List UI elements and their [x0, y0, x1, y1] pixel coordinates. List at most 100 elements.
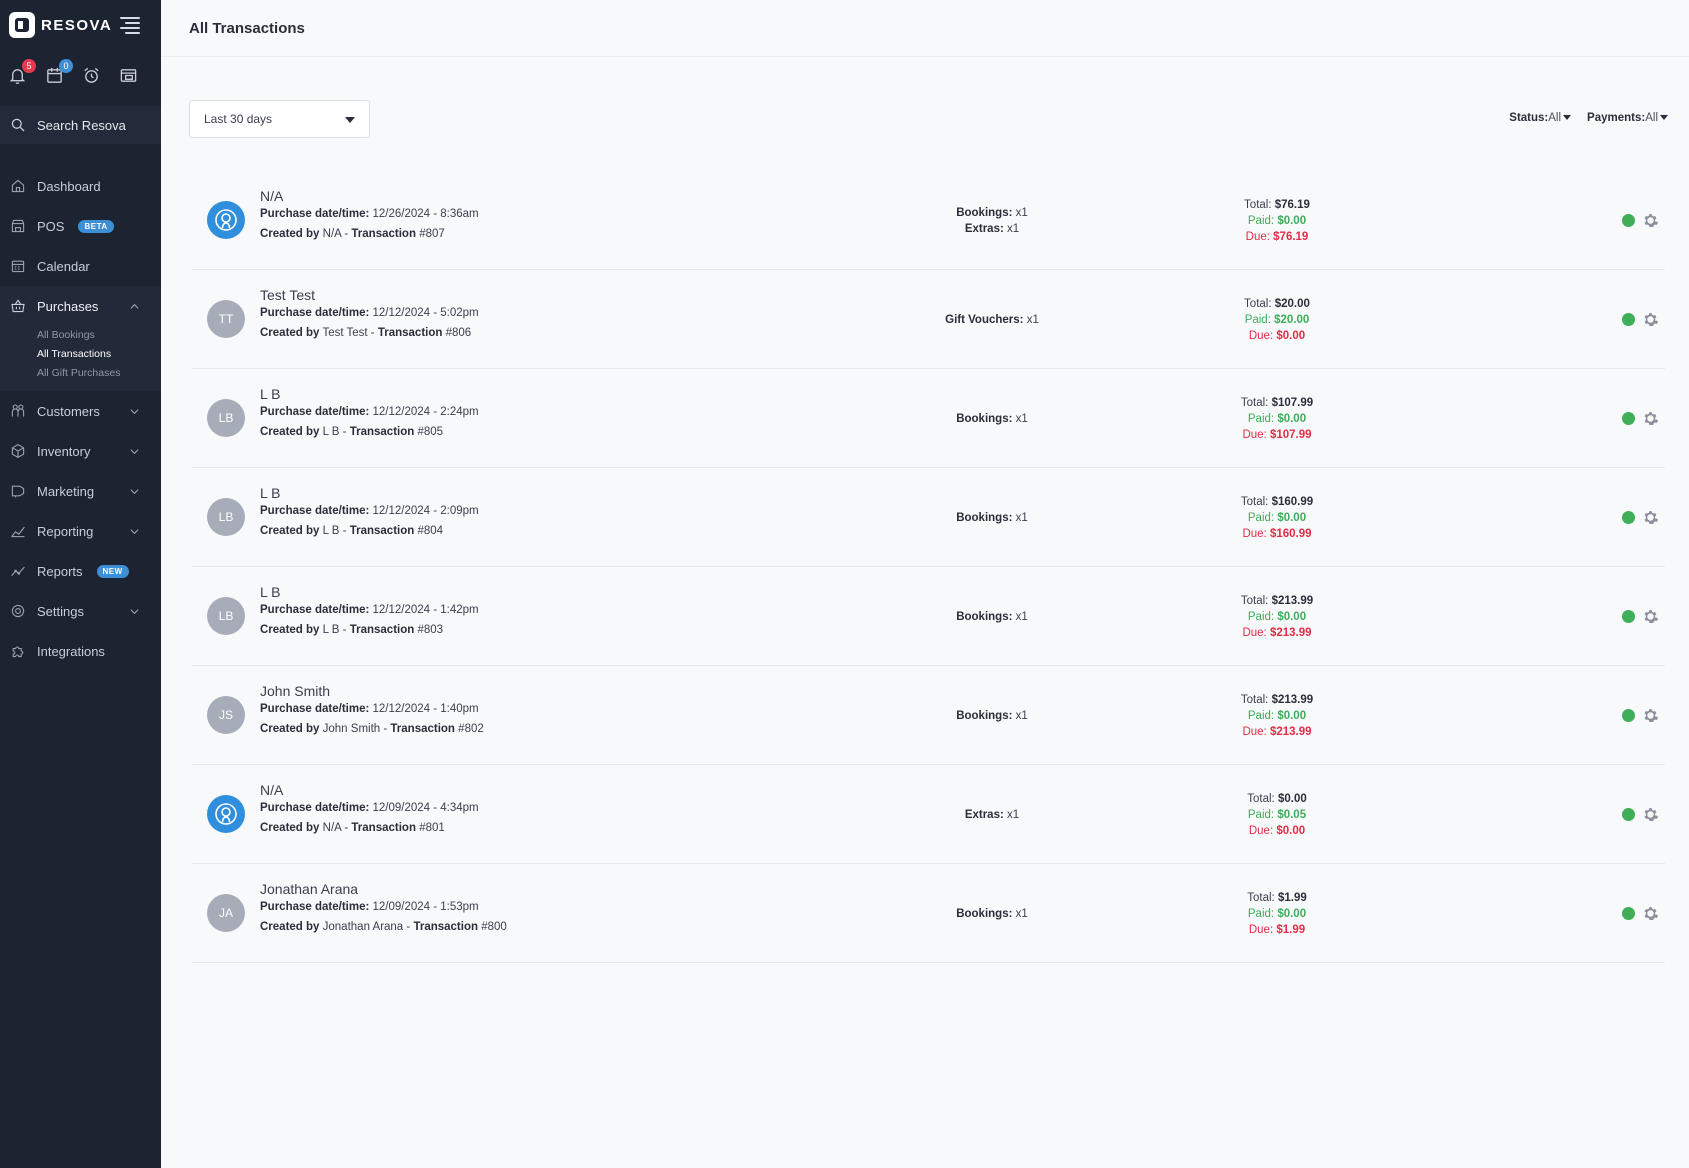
status-filter[interactable]: Status:All: [1509, 112, 1572, 124]
transaction-row[interactable]: LB L B Purchase date/time: 12/12/2024 - …: [192, 369, 1665, 468]
nav-integrations[interactable]: Integrations: [0, 631, 161, 671]
trend-icon: [11, 566, 25, 577]
purchase-datetime: Purchase date/time: 12/12/2024 - 1:42pm: [260, 604, 479, 616]
paid-amount: $0.00: [1277, 214, 1307, 227]
transaction-row[interactable]: N/A Purchase date/time: 12/09/2024 - 4:3…: [192, 765, 1665, 864]
line-chart-icon: [11, 526, 25, 538]
chevron-down-icon: [130, 409, 139, 415]
gear-icon[interactable]: [1642, 707, 1659, 724]
notifications-bell-icon[interactable]: 5: [8, 59, 36, 85]
transaction-number[interactable]: #801: [419, 822, 445, 834]
purchase-datetime-value: 12/12/2024 - 5:02pm: [372, 307, 479, 319]
status-dot: [1622, 610, 1635, 623]
created-by: Created by Jonathan Arana - Transaction …: [260, 921, 507, 933]
nav-reports[interactable]: Reports NEW: [0, 551, 161, 591]
window-icon[interactable]: [119, 66, 138, 85]
calendar-badge: 0: [59, 59, 73, 73]
brand[interactable]: RESOVA: [9, 12, 112, 38]
purchase-datetime-value: 12/12/2024 - 2:09pm: [372, 505, 479, 517]
nav-marketing[interactable]: Marketing: [0, 471, 161, 511]
menu-toggle-icon[interactable]: [120, 17, 140, 34]
avatar: LB: [207, 597, 245, 635]
due-label: Due:: [1242, 626, 1267, 639]
transaction-info: N/A Purchase date/time: 12/09/2024 - 4:3…: [260, 782, 479, 842]
gear-icon[interactable]: [1642, 509, 1659, 526]
nav-calendar[interactable]: Calendar: [0, 246, 161, 286]
transaction-number[interactable]: #807: [419, 228, 445, 240]
nav-inventory[interactable]: Inventory: [0, 431, 161, 471]
transaction-row[interactable]: JS John Smith Purchase date/time: 12/12/…: [192, 666, 1665, 765]
count-label: Bookings:: [956, 907, 1013, 920]
gear-icon[interactable]: [1642, 410, 1659, 427]
total-line: Total: $107.99: [1241, 395, 1313, 411]
created-by-label: Created by: [260, 822, 320, 834]
customer-name[interactable]: L B: [260, 584, 479, 600]
due-label: Due:: [1245, 230, 1270, 243]
customer-name[interactable]: L B: [260, 485, 479, 501]
due-amount: $0.00: [1276, 329, 1306, 342]
payment-summary: Total: $1.99 Paid: $0.00 Due: $1.99: [1197, 864, 1357, 963]
transaction-row[interactable]: N/A Purchase date/time: 12/26/2024 - 8:3…: [192, 171, 1665, 270]
transaction-row[interactable]: LB L B Purchase date/time: 12/12/2024 - …: [192, 567, 1665, 666]
customer-name[interactable]: N/A: [260, 188, 479, 204]
payments-filter[interactable]: Payments:All: [1587, 112, 1668, 124]
date-range-select[interactable]: Last 30 days: [189, 100, 370, 138]
nav-purchases[interactable]: Purchases: [0, 286, 161, 326]
transaction-number[interactable]: #803: [417, 624, 443, 636]
search-icon: [11, 118, 25, 132]
total-amount: $107.99: [1271, 396, 1314, 409]
submenu-all-transactions[interactable]: All Transactions: [0, 345, 161, 364]
purchase-datetime-label: Purchase date/time:: [260, 208, 370, 220]
transaction-number[interactable]: #804: [417, 525, 443, 537]
purchase-datetime: Purchase date/time: 12/12/2024 - 5:02pm: [260, 307, 479, 319]
transaction-number[interactable]: #805: [417, 426, 443, 438]
paid-label: Paid:: [1247, 412, 1275, 425]
paid-line: Paid: $0.00: [1248, 213, 1306, 229]
search-resova[interactable]: Search Resova: [0, 106, 161, 144]
total-amount: $160.99: [1271, 495, 1314, 508]
gear-icon[interactable]: [1642, 212, 1659, 229]
status-filter-label: Status:: [1509, 112, 1549, 124]
purchase-datetime: Purchase date/time: 12/09/2024 - 1:53pm: [260, 901, 507, 913]
chevron-down-icon: [130, 449, 139, 455]
nav-settings[interactable]: Settings: [0, 591, 161, 631]
creator-name: N/A: [322, 822, 342, 834]
customer-name[interactable]: Test Test: [260, 287, 479, 303]
customer-name[interactable]: N/A: [260, 782, 479, 798]
puzzle-icon: [12, 646, 24, 658]
customer-name[interactable]: John Smith: [260, 683, 484, 699]
total-label: Total:: [1240, 693, 1269, 706]
gear-icon[interactable]: [1642, 905, 1659, 922]
nav-pos[interactable]: POS BETA: [0, 206, 161, 246]
status-dot: [1622, 412, 1635, 425]
count-value: x1: [1015, 511, 1028, 524]
nav-label: Settings: [37, 603, 84, 619]
gear-icon[interactable]: [1642, 806, 1659, 823]
count-label: Bookings:: [956, 709, 1013, 722]
transaction-row[interactable]: JA Jonathan Arana Purchase date/time: 12…: [192, 864, 1665, 963]
customer-name[interactable]: Jonathan Arana: [260, 881, 507, 897]
calendar-icon[interactable]: 0: [45, 59, 73, 85]
nav-dashboard[interactable]: Dashboard: [0, 166, 161, 206]
paid-label: Paid:: [1244, 313, 1271, 326]
purchase-datetime-value: 12/09/2024 - 4:34pm: [372, 802, 479, 814]
nav-customers[interactable]: Customers: [0, 391, 161, 431]
transaction-label: Transaction: [390, 723, 455, 735]
transaction-number[interactable]: #802: [458, 723, 484, 735]
submenu-all-gift-purchases[interactable]: All Gift Purchases: [0, 364, 161, 383]
transaction-row[interactable]: LB L B Purchase date/time: 12/12/2024 - …: [192, 468, 1665, 567]
item-counts: Bookings: x1: [822, 864, 1162, 963]
nav-reporting[interactable]: Reporting: [0, 511, 161, 551]
transaction-number[interactable]: #800: [481, 921, 507, 933]
gear-icon[interactable]: [1642, 608, 1659, 625]
avatar: LB: [207, 399, 245, 437]
total-line: Total: $1.99: [1247, 890, 1306, 906]
transaction-number[interactable]: #806: [446, 327, 472, 339]
alarm-clock-icon[interactable]: [82, 66, 101, 85]
gear-icon[interactable]: [1642, 311, 1659, 328]
sidebar: RESOVA 5 0 Search Resova Dashboard POS B: [0, 0, 161, 1168]
customer-name[interactable]: L B: [260, 386, 479, 402]
transaction-row[interactable]: TT Test Test Purchase date/time: 12/12/2…: [192, 270, 1665, 369]
item-counts: Extras: x1: [822, 765, 1162, 864]
submenu-all-bookings[interactable]: All Bookings: [0, 326, 161, 345]
